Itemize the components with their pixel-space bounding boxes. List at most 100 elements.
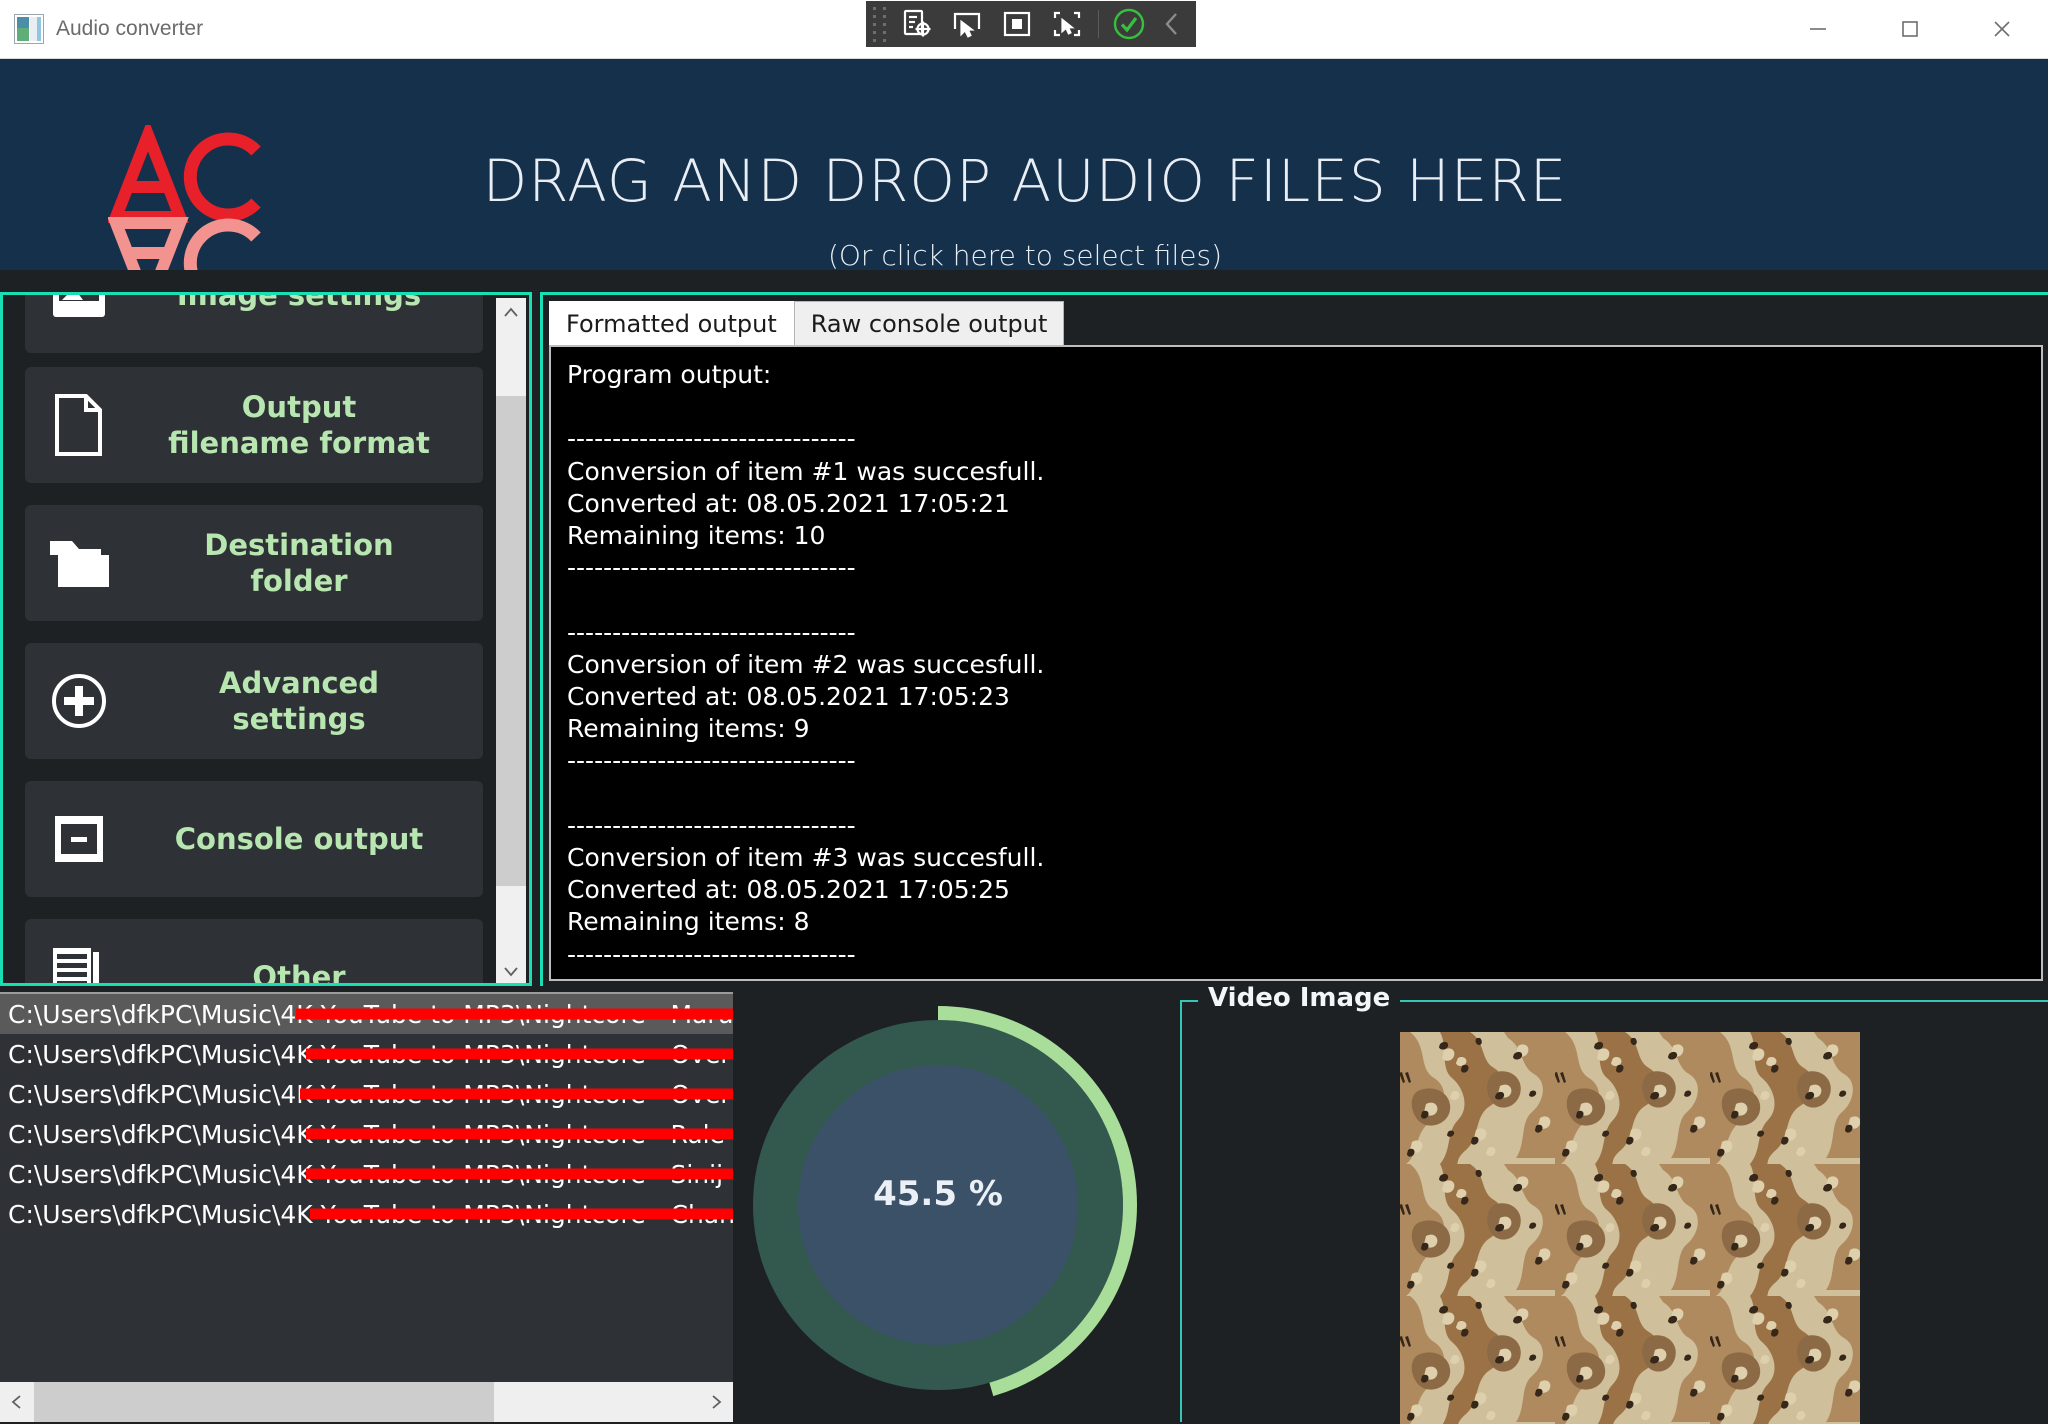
- file-list-item[interactable]: C:\Users\dfkPC\Music\4K YouTube to MP3\N…: [0, 1034, 733, 1074]
- toolbar-divider: [1098, 10, 1099, 38]
- capture-element-button[interactable]: [1042, 1, 1092, 47]
- file-list-item[interactable]: C:\Users\dfkPC\Music\4K YouTube to MP3\N…: [0, 1074, 733, 1114]
- sidebar-item-label: Destination folder: [204, 527, 394, 598]
- capture-fullscreen-button[interactable]: [992, 1, 1042, 47]
- drag-drop-area[interactable]: DRAG AND DROP AUDIO FILES HERE (Or click…: [0, 59, 2048, 270]
- file-list-item[interactable]: C:\Users\dfkPC\Music\4K YouTube to MP3\N…: [0, 1114, 733, 1154]
- console-line: --------------------------------: [567, 424, 856, 454]
- scroll-left-button[interactable]: [0, 1382, 34, 1422]
- sidebar-item-console-output[interactable]: Console output: [25, 781, 483, 897]
- image-icon: [25, 295, 133, 321]
- app-icon: [14, 14, 44, 44]
- scrollbar-thumb[interactable]: [496, 396, 526, 886]
- file-list[interactable]: C:\Users\dfkPC\Music\4K YouTube to MP3\N…: [0, 992, 733, 1422]
- drag-grip-handle[interactable]: [866, 1, 892, 47]
- hscrollbar-thumb[interactable]: [34, 1382, 494, 1422]
- desert-camouflage-pattern-icon: [1400, 1032, 1860, 1424]
- console-icon: [25, 813, 133, 865]
- ac-logo-icon: [108, 125, 261, 270]
- maximize-button[interactable]: [1864, 0, 1956, 59]
- console-output-text[interactable]: Program output: ------------------------…: [549, 345, 2043, 981]
- window-controls: [1772, 0, 2048, 59]
- console-line: Conversion of item #1 was succesfull.: [567, 456, 1045, 486]
- console-line: --------------------------------: [567, 939, 856, 969]
- capture-fullscreen-icon: [1003, 11, 1031, 37]
- sidebar-item-image-settings[interactable]: Image settings: [25, 295, 483, 353]
- sidebar-item-output-filename-format[interactable]: Output filename format: [25, 367, 483, 483]
- sidebar-item-label: Advanced settings: [219, 665, 379, 736]
- console-line: Converted at: 08.05.2021 17:05:21: [567, 488, 1010, 518]
- redaction-bar: [296, 1008, 733, 1020]
- app-logo: [108, 125, 268, 270]
- window-title: Audio converter: [56, 17, 204, 40]
- video-image-legend: Video Image: [1198, 983, 1401, 1013]
- file-list-rows: C:\Users\dfkPC\Music\4K YouTube to MP3\N…: [0, 994, 733, 1234]
- confirm-check-icon: [1113, 8, 1145, 40]
- scroll-down-button[interactable]: [496, 956, 526, 983]
- collapse-chevron-icon: [1165, 13, 1177, 35]
- collapse-button[interactable]: [1153, 1, 1191, 47]
- redaction-bar: [310, 1208, 733, 1220]
- console-line: Converted at: 08.05.2021 17:05:23: [567, 682, 1010, 712]
- main-content: Image settings Output filename format: [0, 270, 2048, 1424]
- chevron-left-icon: [11, 1395, 21, 1409]
- conversion-progress: 45.5 %: [733, 992, 1176, 1422]
- video-image-groupbox: Video Image: [1180, 983, 2048, 1424]
- screenshot-overlay-toolbar: [866, 1, 1196, 47]
- console-line: --------------------------------: [567, 810, 856, 840]
- sidebar-vertical-scrollbar[interactable]: [496, 298, 526, 983]
- close-button[interactable]: [1956, 0, 2048, 59]
- capture-region-button[interactable]: [892, 1, 942, 47]
- settings-sidebar: Image settings Output filename format: [0, 292, 532, 986]
- close-icon: [1994, 21, 2010, 37]
- console-line: Remaining items: 10: [567, 521, 826, 551]
- dropzone-title: DRAG AND DROP AUDIO FILES HERE: [482, 147, 1568, 215]
- chevron-up-icon: [504, 307, 518, 317]
- file-list-item[interactable]: C:\Users\dfkPC\Music\4K YouTube to MP3\N…: [0, 1154, 733, 1194]
- redaction-bar: [306, 1128, 733, 1140]
- console-line: Remaining items: 8: [567, 907, 810, 937]
- redaction-bar: [306, 1048, 733, 1060]
- sidebar-scroll-area: Image settings Output filename format: [3, 295, 505, 983]
- filelist-horizontal-scrollbar[interactable]: [0, 1382, 733, 1422]
- console-line: --------------------------------: [567, 553, 856, 583]
- lines-document-icon: [25, 945, 133, 983]
- capture-element-icon: [1053, 11, 1081, 37]
- tab-raw-console-output[interactable]: Raw console output: [793, 301, 1065, 345]
- chevron-down-icon: [504, 967, 518, 977]
- console-line: --------------------------------: [567, 746, 856, 776]
- capture-window-button[interactable]: [942, 1, 992, 47]
- sidebar-item-other[interactable]: Other: [25, 919, 483, 983]
- console-line: Conversion of item #2 was succesfull.: [567, 649, 1045, 679]
- file-list-item[interactable]: C:\Users\dfkPC\Music\4K YouTube to MP3\N…: [0, 994, 733, 1034]
- console-line: --------------------------------: [567, 617, 856, 647]
- file-list-item[interactable]: C:\Users\dfkPC\Music\4K YouTube to MP3\N…: [0, 1194, 733, 1234]
- progress-percentage-label: 45.5 %: [873, 1174, 1003, 1214]
- console-line: Program output:: [567, 360, 772, 389]
- confirm-button[interactable]: [1105, 1, 1153, 47]
- minimize-icon: [1810, 28, 1826, 30]
- document-icon: [25, 393, 133, 457]
- sidebar-item-label: Output filename format: [168, 389, 430, 460]
- console-line: Conversion of item #3 was succesfull.: [567, 843, 1045, 873]
- sidebar-item-label: Image settings: [133, 295, 483, 313]
- scroll-up-button[interactable]: [496, 298, 526, 328]
- console-line: Converted at: 08.05.2021 17:05:25: [567, 875, 1010, 905]
- sidebar-item-label: Console output: [174, 821, 424, 856]
- sidebar-item-destination-folder[interactable]: Destination folder: [25, 505, 483, 621]
- capture-window-icon: [953, 12, 981, 38]
- video-image-preview[interactable]: [1400, 1032, 1860, 1424]
- tab-formatted-output[interactable]: Formatted output: [549, 301, 794, 345]
- scroll-right-button[interactable]: [699, 1382, 733, 1422]
- minimize-button[interactable]: [1772, 0, 1864, 59]
- sidebar-item-advanced-settings[interactable]: Advanced settings: [25, 643, 483, 759]
- output-panel: Formatted output Raw console output Prog…: [540, 292, 2048, 986]
- folder-icon: [25, 533, 133, 593]
- redaction-bar: [306, 1168, 733, 1180]
- sidebar-item-label: Other: [252, 959, 346, 983]
- output-tabstrip: Formatted output Raw console output: [549, 301, 1065, 345]
- capture-region-icon: [903, 9, 931, 37]
